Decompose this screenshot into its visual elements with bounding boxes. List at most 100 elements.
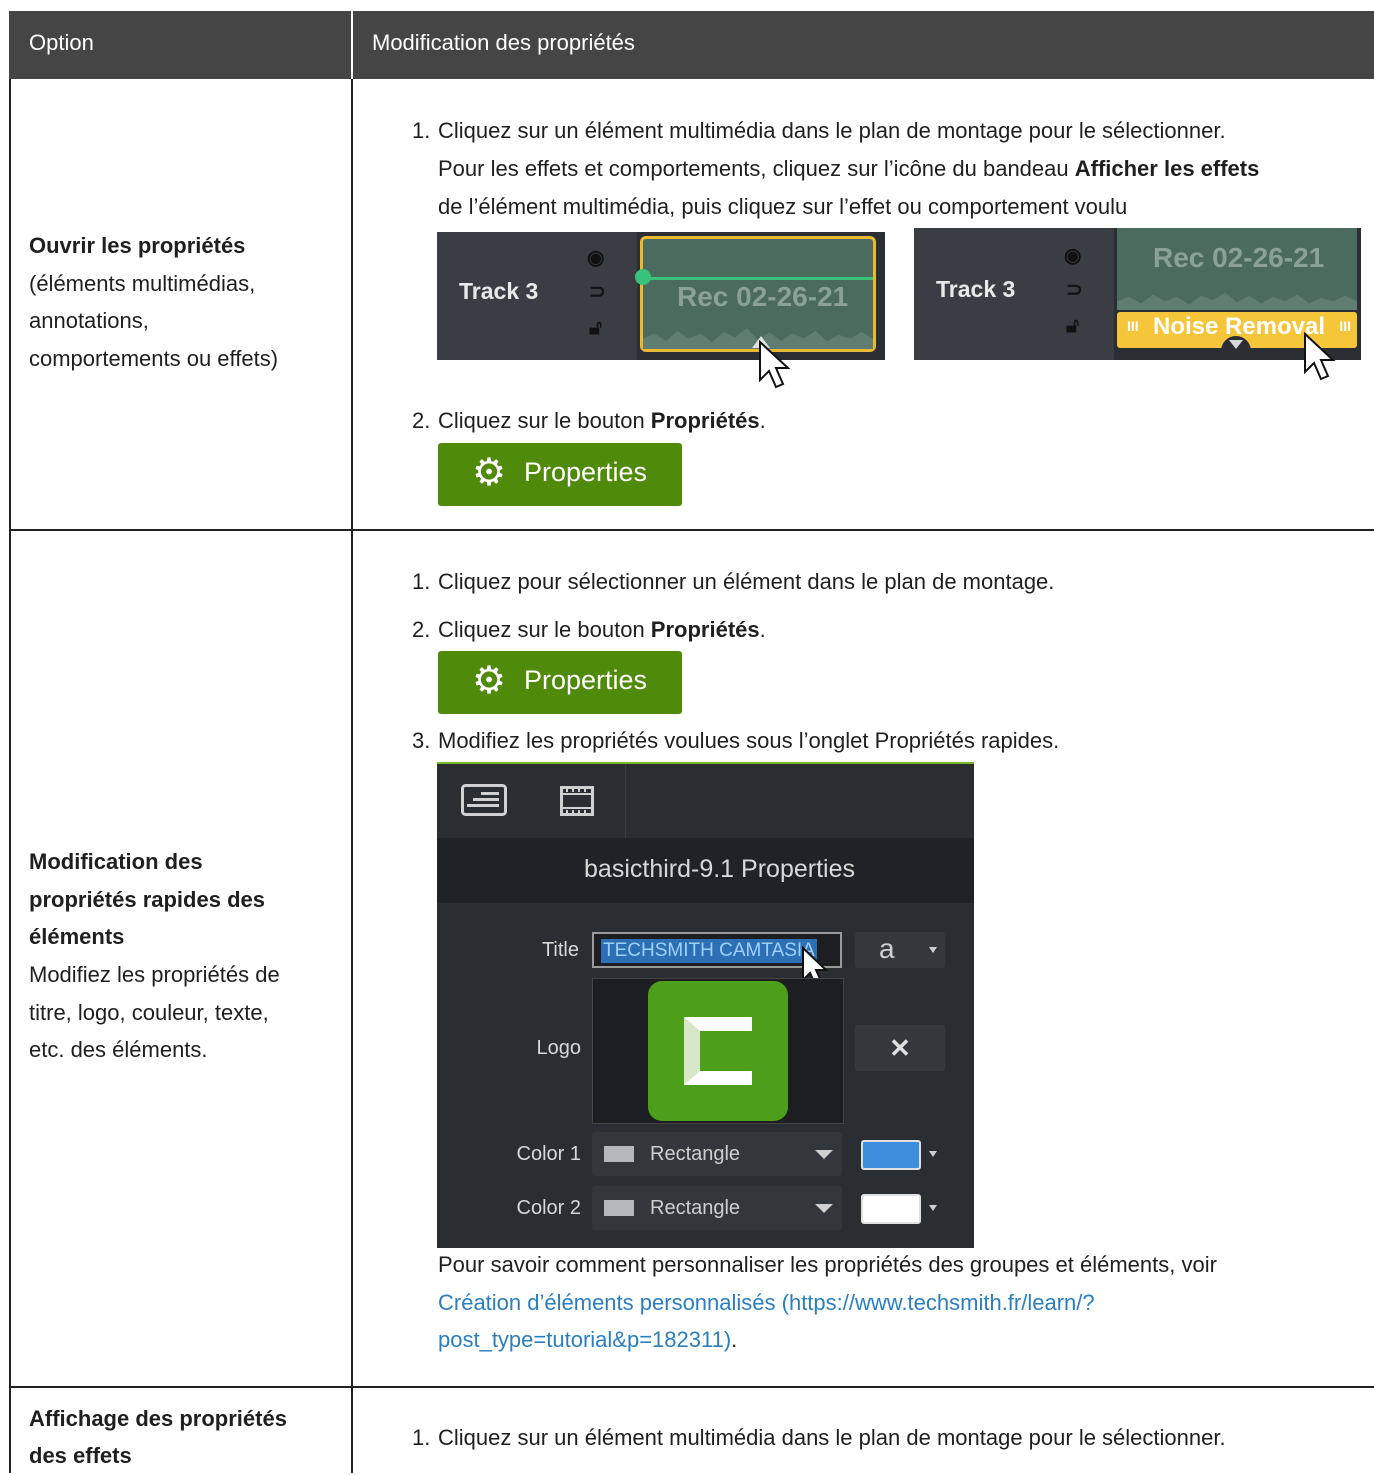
mouse-cursor-icon (1304, 332, 1336, 381)
tab-quick-properties[interactable] (437, 764, 529, 841)
step-text: Cliquez sur le bouton Propriétés. (438, 402, 766, 440)
audio-waveform (1117, 292, 1357, 310)
track-name: Track 3 (936, 276, 1016, 302)
track-screenshot: Track 3 ◉ ⊃ 🔓︎ Rec 02-26-21 (437, 232, 885, 360)
header-divider (351, 11, 353, 79)
header-option: Option (29, 30, 94, 55)
properties-button-label: Properties (524, 457, 648, 487)
color1-shape-value: Rectangle (650, 1143, 741, 1165)
table-header: Option Modification des propriétés (9, 11, 1374, 79)
lock-icon: 🔓︎ (589, 317, 602, 339)
step-text: Modifiez les propriétés voulues sous l’o… (438, 728, 1060, 753)
remove-logo-button[interactable]: ✕ (855, 1025, 945, 1071)
track-name: Track 3 (459, 278, 539, 304)
chevron-down-icon (929, 947, 937, 953)
clip-keyframe (635, 269, 651, 285)
color1-label: Color 1 (516, 1143, 581, 1165)
font-glyph: a (879, 933, 895, 964)
grip-icon: III (1127, 318, 1139, 334)
step-text-bold: Propriétés (650, 408, 760, 433)
film-icon (560, 786, 594, 816)
quick-properties-icon (461, 784, 507, 816)
step-number: 2. (412, 408, 431, 433)
title-label: Title (541, 939, 579, 961)
camtasia-logo (648, 981, 788, 1121)
row-title: Ouvrir les propriétés (29, 233, 246, 258)
clip-title: Rec 02-26-21 (1153, 242, 1325, 273)
color2-picker[interactable] (855, 1190, 945, 1226)
step-number: 1. (412, 118, 431, 143)
media-clip[interactable]: Rec 02-26-21 (1117, 228, 1357, 310)
lock-icon: 🔓︎ (1066, 315, 1079, 337)
rectangle-shape-icon (604, 1200, 634, 1216)
properties-button[interactable]: ⚙ Properties (438, 651, 682, 714)
chevron-down-icon (815, 1204, 833, 1213)
chevron-down-icon (929, 1205, 937, 1211)
row-title: Affichage des propriétés (29, 1406, 287, 1431)
track-screenshot: Track 3 ◉ ⊃ 🔓︎ Rec 02-26-21 III Noise Re… (914, 228, 1361, 360)
step-text-part: Cliquez sur le bouton (438, 408, 651, 433)
step-number: 2. (412, 617, 431, 642)
color1-shape-select[interactable]: Rectangle (592, 1132, 842, 1176)
quick-properties-panel: basicthird-9.1 Properties Title TECHSMIT… (437, 762, 974, 1248)
step-text: Pour les effets et comportements, clique… (438, 150, 1259, 188)
step-text: Cliquez sur le bouton Propriétés. (438, 611, 766, 649)
step-text-part: Pour les effets et comportements, clique… (438, 156, 1075, 181)
step-text-bold: Propriétés (650, 617, 760, 642)
step-text-bold: Afficher les effets (1074, 156, 1260, 181)
row-desc-line: etc. des éléments. (29, 1037, 208, 1062)
panel-title: basicthird-9.1 Properties (584, 855, 855, 883)
eye-icon: ◉ (1064, 245, 1082, 267)
color2-swatch (861, 1194, 921, 1224)
step-text: Cliquez pour sélectionner un élément dan… (438, 569, 1055, 594)
step-text: Cliquez sur un élément multimédia dans l… (438, 1425, 1226, 1450)
step-text-part: Cliquez sur le bouton (438, 617, 651, 642)
title-input-value: TECHSMITH CAMTASIA (601, 939, 817, 963)
row-desc-line: annotations, (29, 308, 149, 333)
color1-picker[interactable] (855, 1136, 945, 1172)
chevron-down-icon (1229, 340, 1243, 349)
media-clip[interactable]: Rec 02-26-21 (635, 236, 876, 352)
clip-title: Rec 02-26-21 (677, 281, 849, 312)
magnet-icon: ⊃ (589, 281, 606, 303)
row-desc-line: (éléments multimédias, (29, 271, 256, 296)
row-desc-line: Modifiez les propriétés de (29, 962, 280, 987)
custom-assets-link[interactable]: Création d’éléments personnalisés (https… (438, 1284, 1095, 1322)
step-text: de l’élément multimédia, puis cliquez su… (438, 194, 1128, 219)
color1-swatch (861, 1140, 921, 1170)
note-text-part: . (731, 1327, 738, 1352)
table-column-divider (351, 79, 353, 1473)
font-select[interactable]: a (855, 932, 945, 968)
step-number: 1. (412, 569, 431, 594)
logo-well[interactable] (592, 978, 844, 1124)
row-divider (9, 1386, 1374, 1388)
step-number: 1. (412, 1425, 431, 1450)
row-title: propriétés rapides des (29, 887, 265, 912)
clip-line (643, 277, 873, 280)
row-title: Modification des (29, 849, 203, 874)
eye-icon: ◉ (587, 247, 605, 269)
gear-icon: ⚙ (472, 452, 507, 494)
color2-label: Color 2 (516, 1197, 581, 1219)
color2-shape-select[interactable]: Rectangle (592, 1186, 842, 1230)
row-title: éléments (29, 924, 125, 949)
note-text: Pour savoir comment personnaliser les pr… (438, 1252, 1217, 1277)
rectangle-shape-icon (604, 1146, 634, 1162)
properties-button[interactable]: ⚙ Properties (438, 443, 682, 506)
note-text: post_type=tutorial&p=182311). (438, 1321, 737, 1359)
step-number: 3. (412, 728, 431, 753)
panel-title-bar: basicthird-9.1 Properties (437, 838, 974, 903)
logo-label: Logo (536, 1037, 582, 1059)
mouse-cursor-icon (759, 340, 791, 389)
custom-assets-link[interactable]: post_type=tutorial&p=182311) (438, 1327, 731, 1352)
tab-visual-properties[interactable] (529, 764, 626, 838)
camtasia-logo-mark (684, 1017, 752, 1085)
chevron-down-icon (815, 1150, 833, 1159)
step-text-part: . (759, 408, 766, 433)
step-text: Cliquez sur un élément multimédia dans l… (438, 118, 1226, 143)
row-title: des effets (29, 1443, 132, 1468)
row-desc-line: comportements ou effets) (29, 346, 279, 371)
row-divider (9, 529, 1374, 531)
close-icon: ✕ (889, 1033, 911, 1063)
header-modification: Modification des propriétés (372, 30, 635, 55)
